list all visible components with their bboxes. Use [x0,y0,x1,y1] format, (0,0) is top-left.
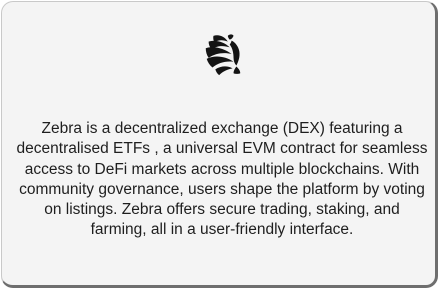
zebra-info-card: Zebra is a decentralized exchange (DEX) … [1,1,438,288]
card-description: Zebra is a decentralized exchange (DEX) … [16,120,428,239]
zebra-logo-icon [200,32,246,78]
zebra-logo-svg [205,34,241,76]
